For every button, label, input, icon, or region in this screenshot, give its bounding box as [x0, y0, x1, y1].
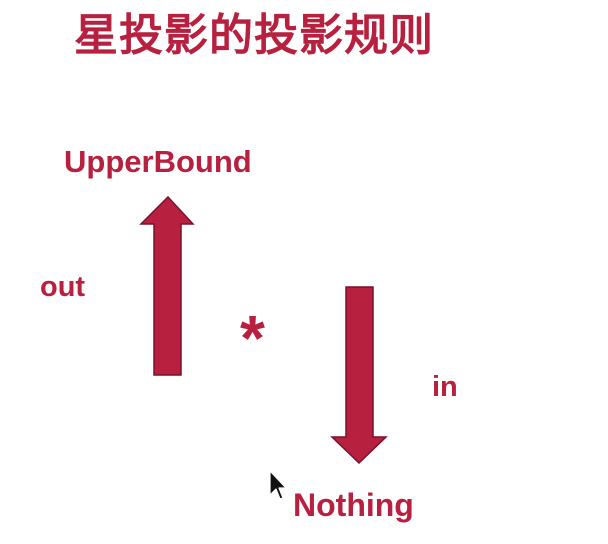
slide: 星投影的投影规则 UpperBound out * in Nothing: [0, 0, 608, 544]
arrows: [139, 195, 388, 465]
down-arrow-icon: [330, 286, 388, 465]
up-arrow-icon: [139, 195, 195, 376]
mouse-pointer-icon: [269, 470, 287, 500]
